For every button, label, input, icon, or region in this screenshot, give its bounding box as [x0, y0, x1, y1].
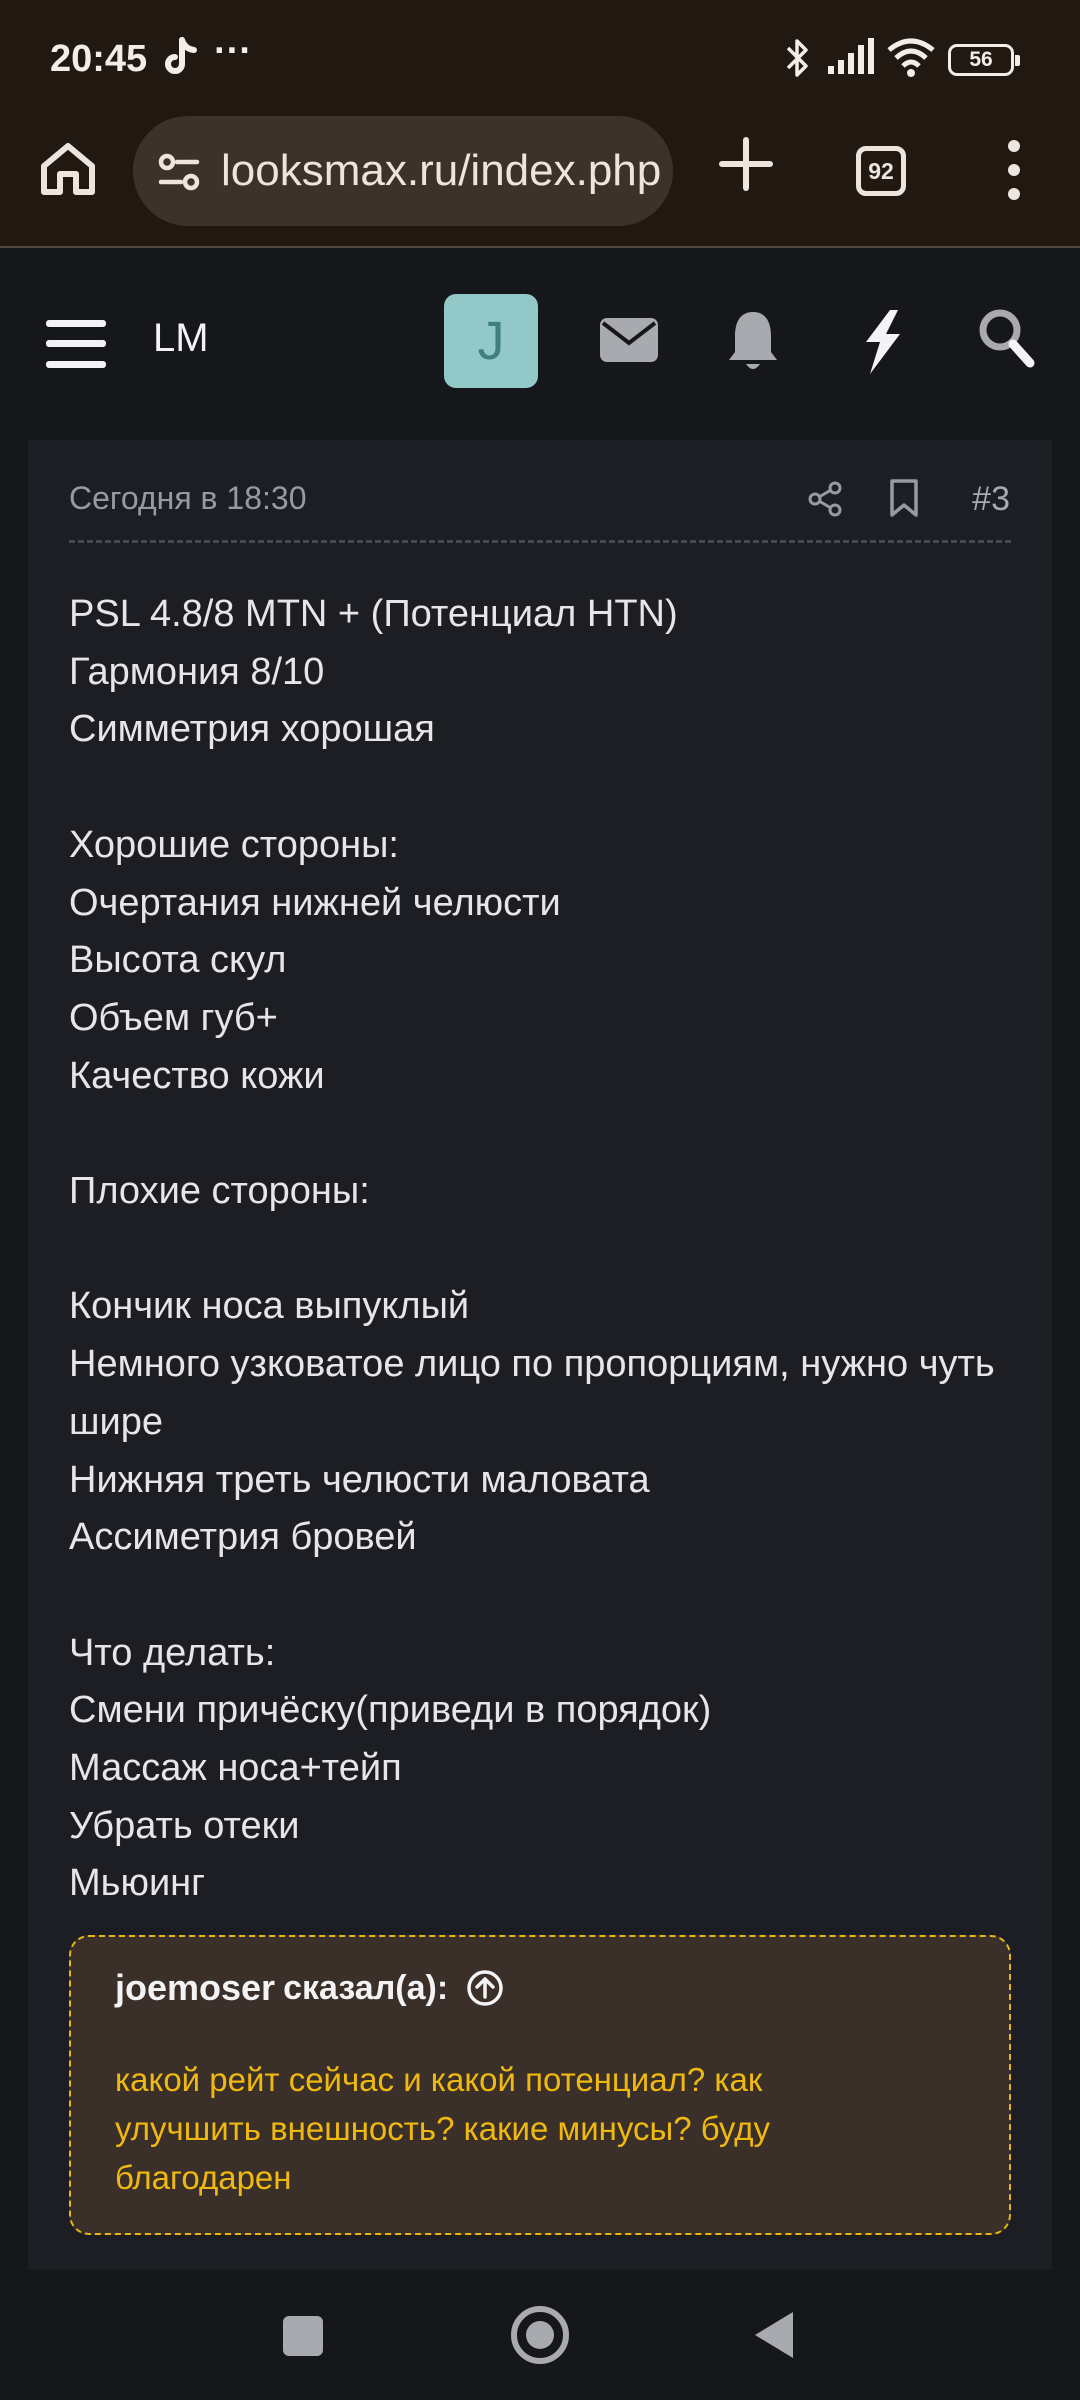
tiktok-icon	[165, 37, 197, 74]
wifi-icon	[887, 38, 935, 77]
site-settings-icon[interactable]	[155, 148, 203, 196]
quote-text: какой рейт сейчас и какой потенциал? как…	[115, 2061, 771, 2196]
status-bar: 20:45 ··· 56	[0, 0, 1080, 110]
site-header: LM J	[0, 250, 1080, 440]
signal-icon	[828, 38, 874, 74]
home-button[interactable]	[36, 136, 100, 200]
post-number-link[interactable]: #3	[972, 480, 1010, 519]
status-time: 20:45	[50, 38, 148, 80]
browser-toolbar: looksmax.ru/index.php 92	[0, 110, 1080, 248]
quote-block: joemoser сказал(а): какой рейт сейчас и …	[69, 1935, 1011, 2235]
recent-apps-button[interactable]	[283, 2316, 323, 2356]
post-timestamp[interactable]: Сегодня в 18:30	[69, 480, 307, 517]
share-icon[interactable]	[806, 480, 844, 518]
quote-said-label: сказал(а):	[283, 1968, 449, 2007]
browser-menu-button[interactable]	[996, 138, 1032, 202]
new-tab-button[interactable]	[714, 132, 778, 196]
address-bar[interactable]: looksmax.ru/index.php	[133, 116, 673, 226]
tab-switcher-button[interactable]: 92	[856, 146, 906, 196]
avatar-letter: J	[477, 311, 505, 371]
bluetooth-icon	[786, 39, 808, 77]
jump-to-quote-icon[interactable]	[466, 1969, 504, 2007]
site-logo[interactable]: LM	[153, 316, 209, 361]
forum-post: Сегодня в 18:30 #3 PSL 4.8/8 MTN + (Поте…	[28, 440, 1052, 2270]
hamburger-menu-button[interactable]	[46, 318, 106, 370]
search-icon[interactable]	[976, 306, 1036, 370]
battery-level: 56	[969, 48, 993, 71]
quote-author-name[interactable]: joemoser	[115, 1967, 275, 2009]
whats-new-lightning-icon[interactable]	[860, 308, 906, 376]
battery-icon: 56	[948, 44, 1020, 76]
url-text: looksmax.ru/index.php	[221, 146, 662, 195]
home-nav-button[interactable]	[511, 2306, 569, 2364]
bookmark-icon[interactable]	[888, 478, 920, 518]
more-notifications-icon: ···	[214, 30, 252, 72]
post-body-text: PSL 4.8/8 MTN + (Потенциал HTN) Гармония…	[69, 593, 995, 1905]
tab-count: 92	[868, 157, 894, 184]
notifications-icon[interactable]	[726, 308, 780, 376]
quote-header: joemoser сказал(а):	[115, 1967, 504, 2009]
post-divider	[69, 540, 1011, 543]
user-avatar-button[interactable]: J	[444, 294, 538, 388]
messages-icon[interactable]	[600, 318, 658, 362]
back-button[interactable]	[755, 2312, 793, 2358]
system-nav-bar	[0, 2270, 1080, 2400]
